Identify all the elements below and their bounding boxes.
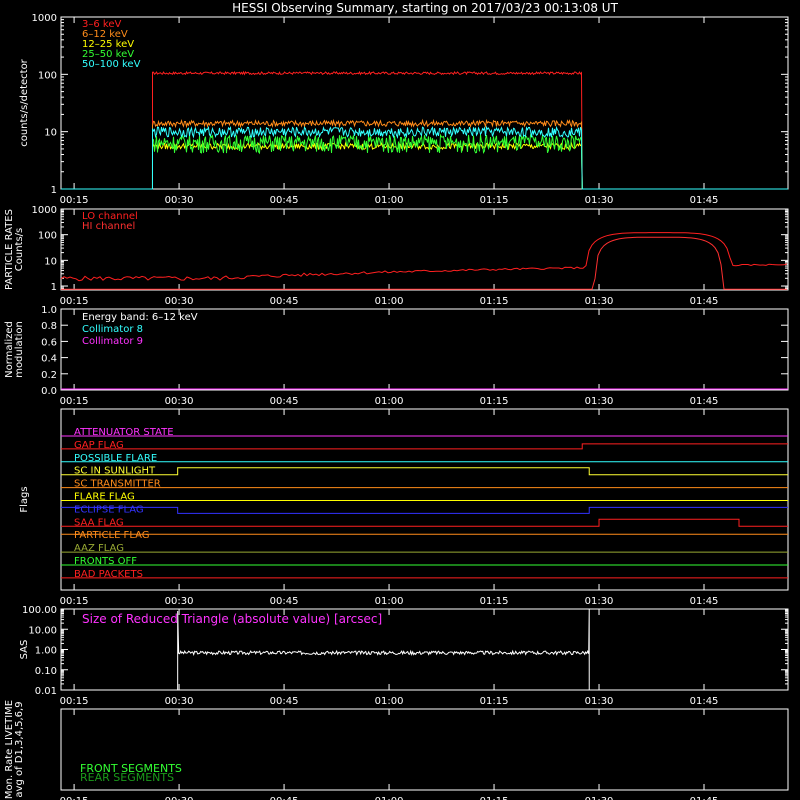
sas-annotation: Size of Reduced Triangle (absolute value… — [82, 612, 382, 626]
x-tick-label: 01:00 — [375, 296, 404, 307]
y-axis-label-line: counts/s/detector — [19, 58, 30, 146]
y-axis-label: counts/s/detector — [19, 58, 30, 146]
x-tick-label: 00:30 — [165, 396, 194, 407]
legend-entry: 50–100 keV — [82, 59, 141, 70]
legend-title: Energy band: 6–12 keV — [82, 312, 198, 323]
x-tick-label: 01:15 — [480, 696, 509, 707]
x-tick-label: 00:30 — [165, 596, 194, 607]
x-tick-label: 00:30 — [165, 796, 194, 800]
legend-entry: Collimator 8 — [82, 324, 143, 335]
x-tick-label: 01:15 — [480, 396, 509, 407]
y-tick-label: 1 — [51, 185, 57, 196]
x-tick-label: 01:00 — [375, 596, 404, 607]
y-tick-label: 0.10 — [35, 666, 57, 677]
y-axis-label: SAS — [19, 640, 30, 660]
y-tick-label: 1.0 — [41, 305, 57, 316]
x-tick-label: 00:15 — [60, 796, 89, 800]
y-axis-label: Flags — [19, 486, 30, 512]
x-tick-label: 01:45 — [690, 195, 719, 206]
legend-entry: REAR SEGMENTS — [80, 771, 174, 784]
x-tick-label: 01:15 — [480, 195, 509, 206]
y-tick-label: 10.00 — [28, 625, 57, 636]
y-tick-label: 100 — [38, 70, 57, 81]
y-axis-label: Mon. Rate LIVETIME avg of D1,3,4,5,6,9 — [4, 700, 25, 799]
y-tick-label: 0.8 — [41, 321, 57, 332]
y-axis-label: Normalized modulation — [4, 321, 25, 378]
x-tick-label: 01:45 — [690, 396, 719, 407]
y-tick-label: 1000 — [32, 205, 57, 216]
y-tick-label: 0.6 — [41, 337, 57, 348]
x-tick-label: 01:30 — [585, 396, 614, 407]
x-tick-label: 01:30 — [585, 596, 614, 607]
hessi-summary-figure: HESSI Observing Summary, starting on 201… — [0, 0, 800, 800]
x-tick-label: 00:15 — [60, 195, 89, 206]
y-axis-label-line: avg of D1,3,4,5,6,9 — [14, 701, 25, 797]
x-tick-label: 01:15 — [480, 596, 509, 607]
y-axis-label-line: modulation — [14, 321, 25, 378]
y-axis-label-line: Flags — [19, 486, 30, 512]
x-tick-label: 01:45 — [690, 296, 719, 307]
x-tick-label: 00:15 — [60, 296, 89, 307]
x-tick-label: 00:45 — [270, 696, 299, 707]
x-tick-label: 01:15 — [480, 296, 509, 307]
x-tick-label: 00:30 — [165, 195, 194, 206]
x-tick-label: 01:30 — [585, 296, 614, 307]
x-tick-label: 01:15 — [480, 796, 509, 800]
x-tick-label: 00:15 — [60, 596, 89, 607]
y-tick-label: 0.2 — [41, 370, 57, 381]
x-tick-label: 01:00 — [375, 195, 404, 206]
x-tick-label: 01:45 — [690, 596, 719, 607]
x-tick-label: 00:15 — [60, 696, 89, 707]
y-axis-label-line: Counts/s — [14, 228, 25, 272]
x-tick-label: 01:00 — [375, 396, 404, 407]
x-tick-label: 00:45 — [270, 195, 299, 206]
y-tick-label: 0.4 — [41, 354, 57, 365]
y-tick-label: 10 — [44, 128, 57, 139]
x-tick-label: 00:45 — [270, 396, 299, 407]
flag-label: ECLIPSE FLAG — [74, 504, 144, 515]
y-tick-label: 1000 — [32, 13, 57, 24]
y-axis-label-line: SAS — [19, 640, 30, 660]
x-tick-label: 01:45 — [690, 796, 719, 800]
x-tick-label: 01:30 — [585, 796, 614, 800]
x-tick-label: 01:30 — [585, 195, 614, 206]
y-tick-label: 100.00 — [22, 605, 57, 616]
x-tick-label: 00:30 — [165, 296, 194, 307]
x-tick-label: 00:45 — [270, 596, 299, 607]
y-tick-label: 0.01 — [35, 686, 57, 697]
x-tick-label: 01:45 — [690, 696, 719, 707]
x-tick-label: 01:00 — [375, 696, 404, 707]
y-tick-label: 1 — [51, 282, 57, 293]
y-tick-label: 10 — [44, 256, 57, 267]
x-tick-label: 00:30 — [165, 696, 194, 707]
chart-title: HESSI Observing Summary, starting on 201… — [232, 1, 618, 15]
x-tick-label: 00:45 — [270, 296, 299, 307]
y-tick-label: 0.0 — [41, 386, 57, 397]
y-tick-label: 1.00 — [35, 646, 57, 657]
legend-entry: HI channel — [82, 221, 135, 232]
x-tick-label: 01:00 — [375, 796, 404, 800]
x-tick-label: 00:45 — [270, 796, 299, 800]
x-tick-label: 01:30 — [585, 696, 614, 707]
x-tick-label: 00:15 — [60, 396, 89, 407]
flag-label: PARTICLE FLAG — [74, 530, 150, 541]
y-tick-label: 100 — [38, 231, 57, 242]
legend-entry: Collimator 9 — [82, 336, 143, 347]
